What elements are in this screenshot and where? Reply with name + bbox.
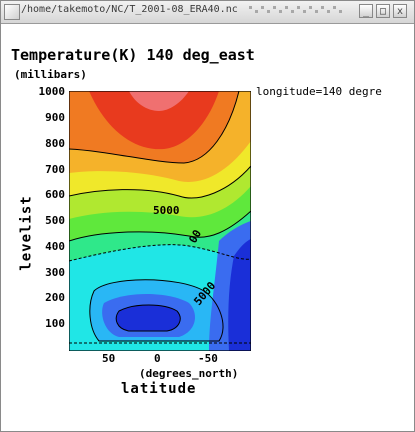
x-tick-label: -50 <box>198 352 218 365</box>
maximize-button[interactable]: □ <box>376 4 390 18</box>
contour-plot: 5000 00 5000 <box>69 91 251 351</box>
title-bar[interactable]: /home/takemoto/NC/T_2001-08_ERA40.nc _ □… <box>1 1 414 24</box>
y-tick-label: 700 <box>45 163 65 176</box>
plot-window: /home/takemoto/NC/T_2001-08_ERA40.nc _ □… <box>0 0 415 432</box>
y-tick-label: 600 <box>45 188 65 201</box>
drag-grip[interactable] <box>249 6 349 18</box>
y-tick-label: 500 <box>45 214 65 227</box>
band-deepblue <box>116 305 181 331</box>
y-tick-label: 900 <box>45 111 65 124</box>
y-tick-label: 300 <box>45 266 65 279</box>
y-axis-title: levelist <box>18 195 35 271</box>
y-tick-label: 400 <box>45 240 65 253</box>
contour-label: 5000 <box>153 204 180 217</box>
y-tick-label: 100 <box>45 317 65 330</box>
window-title: /home/takemoto/NC/T_2001-08_ERA40.nc <box>21 4 238 15</box>
longitude-note: longitude=140 degre <box>256 85 382 98</box>
x-tick-label: 0 <box>154 352 161 365</box>
close-button[interactable]: x <box>393 4 407 18</box>
x-tick-label: 50 <box>102 352 116 365</box>
x-axis-title: latitude <box>121 381 197 397</box>
minimize-button[interactable]: _ <box>359 4 373 18</box>
y-tick-label: 800 <box>45 137 65 150</box>
x-units-label: (degrees_north) <box>139 367 239 380</box>
plot-title: Temperature(K) 140 deg_east <box>11 46 255 64</box>
plot-canvas: Temperature(K) 140 deg_east (millibars) … <box>5 25 411 427</box>
window-menu-icon[interactable] <box>4 4 20 20</box>
y-tick-label: 200 <box>45 291 65 304</box>
y-tick-label: 1000 <box>38 85 66 98</box>
y-units-label: (millibars) <box>14 68 87 81</box>
